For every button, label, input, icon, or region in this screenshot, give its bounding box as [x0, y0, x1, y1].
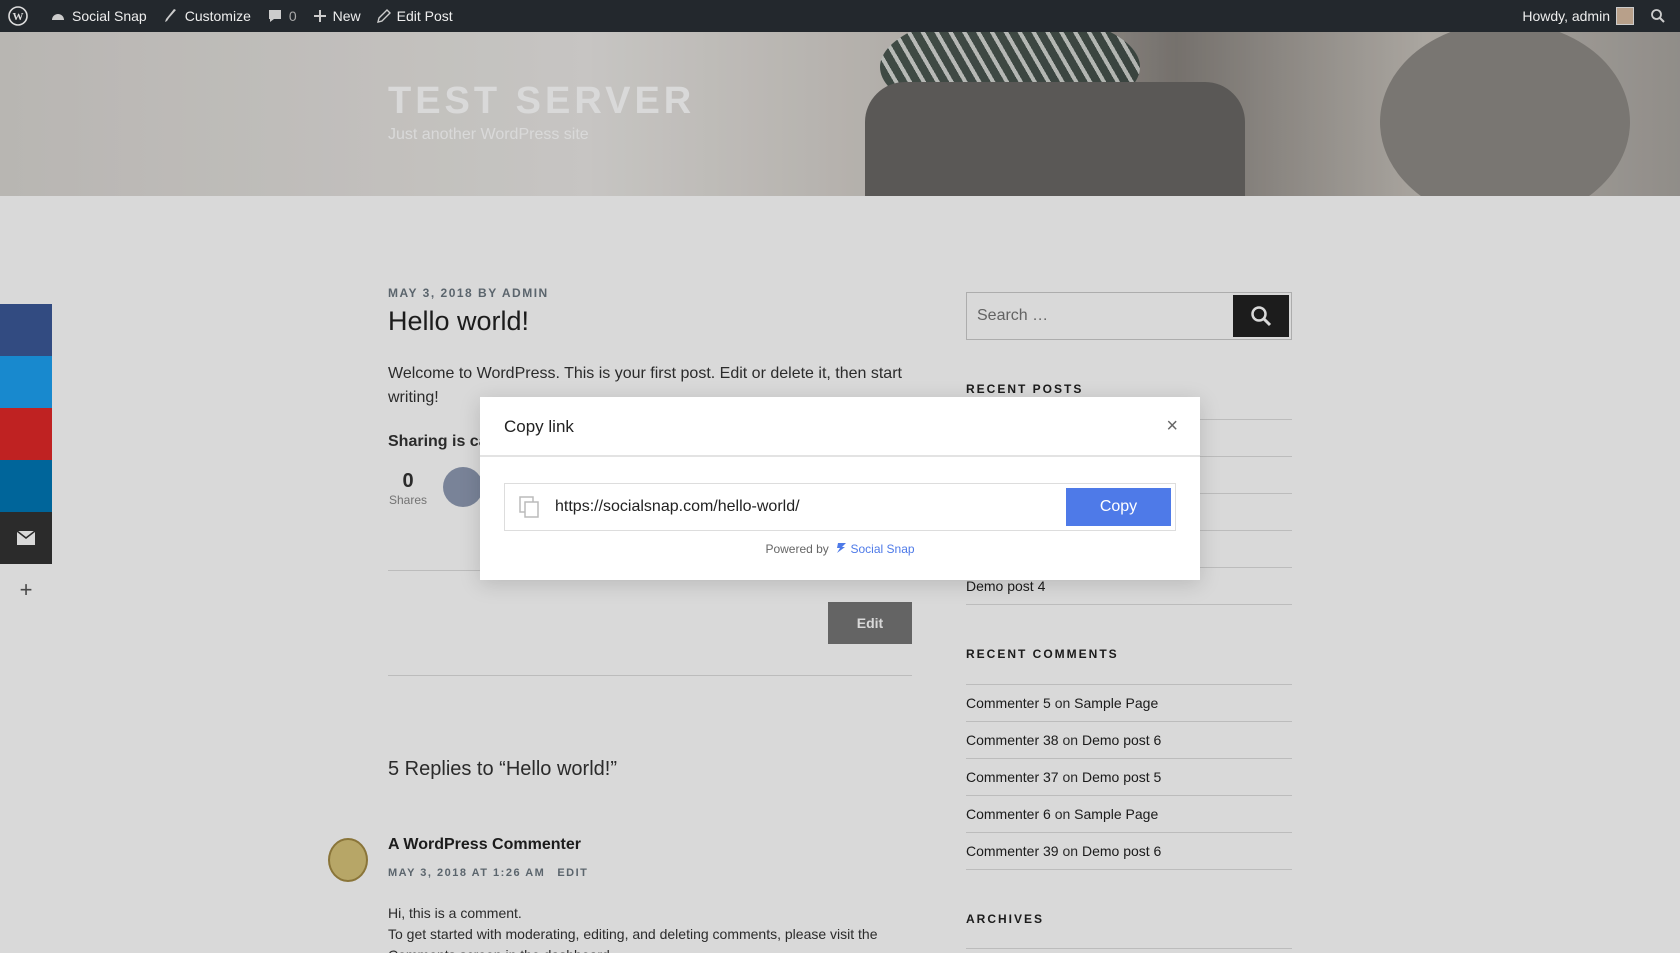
copy-link-field: Copy	[504, 483, 1176, 531]
close-button[interactable]: ×	[1166, 415, 1178, 438]
site-name-link[interactable]: Social Snap	[42, 0, 155, 32]
comments-count: 0	[288, 8, 297, 24]
search-icon	[1651, 9, 1665, 23]
social-snap-link[interactable]: Social Snap	[851, 542, 915, 556]
brush-icon	[164, 9, 176, 22]
wordpress-logo-icon[interactable]: W	[0, 0, 42, 32]
new-link[interactable]: New	[305, 0, 369, 32]
greeting-label: Howdy, admin	[1522, 8, 1610, 24]
copy-button[interactable]: Copy	[1066, 488, 1171, 526]
social-snap-logo-icon	[837, 543, 847, 553]
pencil-icon	[376, 9, 391, 23]
site-name-label: Social Snap	[72, 8, 147, 24]
copy-link-modal: Copy link × Copy Powered by Social Snap	[480, 397, 1200, 580]
comments-link[interactable]: 0	[259, 0, 305, 32]
account-menu[interactable]: Howdy, admin	[1514, 0, 1642, 32]
new-label: New	[332, 8, 361, 24]
comment-icon	[268, 10, 281, 22]
dashboard-icon	[52, 14, 64, 20]
copy-icon	[519, 496, 539, 518]
powered-by: Powered by Social Snap	[480, 542, 1200, 556]
edit-post-link[interactable]: Edit Post	[369, 0, 461, 32]
customize-label: Customize	[184, 8, 251, 24]
modal-divider	[480, 455, 1200, 457]
admin-bar: W Social Snap Customize 0 New Edit Post …	[0, 0, 1680, 32]
url-input[interactable]	[555, 484, 1055, 530]
plus-icon	[313, 10, 326, 22]
powered-by-label: Powered by	[765, 542, 829, 556]
svg-text:W: W	[13, 11, 24, 23]
admin-search-toggle[interactable]	[1642, 0, 1680, 32]
avatar	[1616, 7, 1634, 25]
edit-post-label: Edit Post	[396, 8, 453, 24]
customize-link[interactable]: Customize	[155, 0, 259, 32]
modal-title: Copy link	[504, 417, 574, 436]
